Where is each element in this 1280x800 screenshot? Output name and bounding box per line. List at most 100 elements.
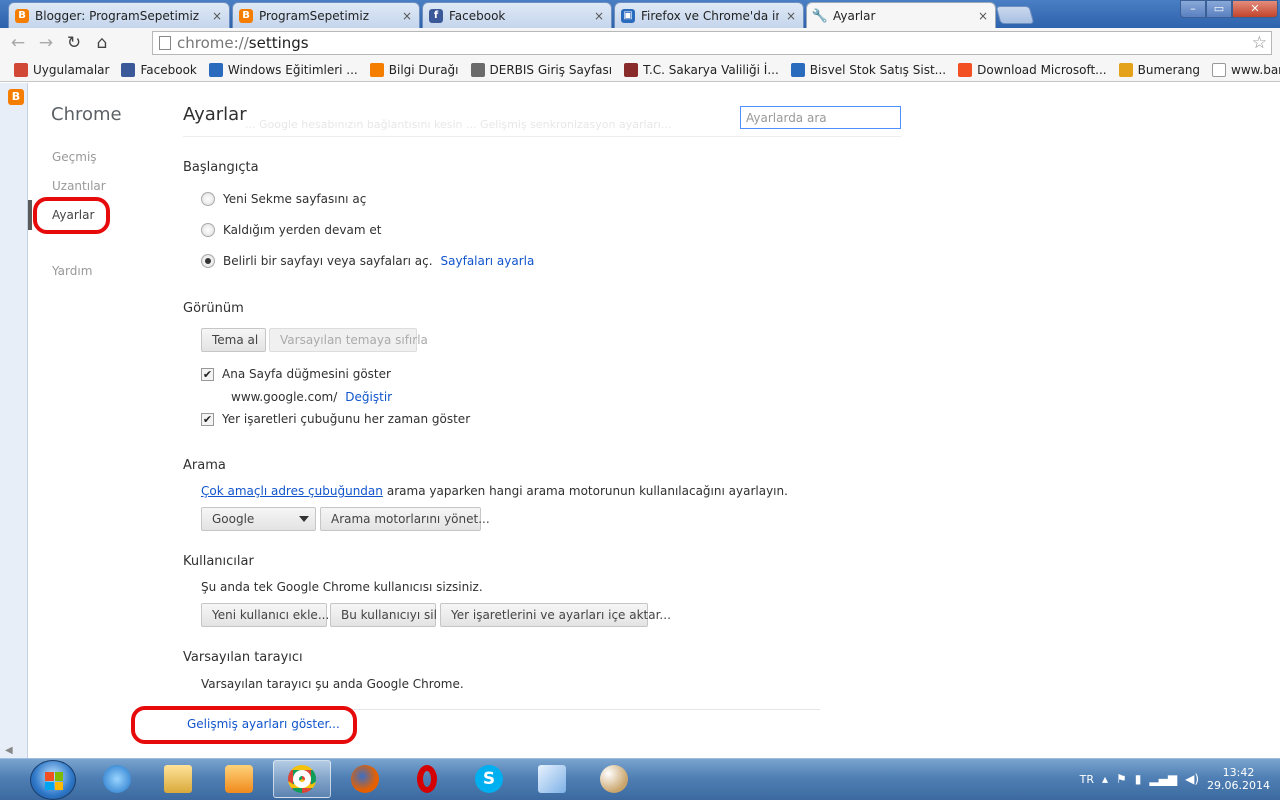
explorer-icon xyxy=(164,765,192,793)
firefox-icon: ▣ xyxy=(621,8,635,23)
taskbar-explorer[interactable] xyxy=(149,760,207,798)
tab-title: Ayarlar xyxy=(833,9,876,23)
bookmark-favicon-icon xyxy=(1118,62,1133,77)
clock[interactable]: 13:42 29.06.2014 xyxy=(1207,766,1270,792)
tab-programsepetimiz[interactable]: B ProgramSepetimiz × xyxy=(232,2,420,28)
omnibox[interactable]: chrome://settings ☆ xyxy=(152,31,1272,55)
reload-button[interactable]: ↻ xyxy=(64,33,84,53)
media-player-icon xyxy=(225,765,253,793)
url-text[interactable]: chrome://settings xyxy=(177,34,309,52)
scroll-left-arrow-icon[interactable]: ◀ xyxy=(5,745,13,756)
bookmark-item[interactable]: Facebook xyxy=(115,62,202,77)
reset-theme-button[interactable]: Varsayılan temaya sıfırla xyxy=(269,328,428,352)
taskbar-notepad[interactable] xyxy=(523,760,581,798)
minimize-button[interactable]: – xyxy=(1180,0,1206,18)
bookmark-item[interactable]: Bisvel Stok Satış Sist... xyxy=(785,62,952,77)
bookmark-favicon-icon xyxy=(624,62,639,77)
new-tab-button[interactable] xyxy=(995,6,1035,24)
startup-option-continue[interactable]: Kaldığım yerden devam et xyxy=(201,223,381,237)
windows-logo-icon xyxy=(45,772,63,790)
bookmark-favicon-icon xyxy=(790,62,805,77)
bookmark-item[interactable]: DERBIS Giriş Sayfası xyxy=(465,62,619,77)
taskbar-skype[interactable]: S xyxy=(460,760,518,798)
close-window-button[interactable]: ✕ xyxy=(1232,0,1278,18)
action-center-flag-icon[interactable]: ⚑ xyxy=(1116,772,1127,786)
taskbar-firefox[interactable] xyxy=(336,760,394,798)
bookmark-item[interactable]: Bilgi Durağı xyxy=(364,62,465,77)
bookmark-label: Download Microsoft... xyxy=(977,62,1107,77)
bookmark-label: T.C. Sakarya Valiliği İ... xyxy=(643,62,779,77)
taskbar-chrome[interactable] xyxy=(273,760,331,798)
close-icon[interactable]: × xyxy=(401,9,413,23)
manage-search-engines-button[interactable]: Arama motorlarını yönet... xyxy=(320,507,490,531)
clock-date: 29.06.2014 xyxy=(1207,779,1270,792)
delete-user-button[interactable]: Bu kullanıcıyı sil xyxy=(330,603,437,627)
network-icon[interactable]: ▂▄▆ xyxy=(1149,772,1177,786)
bookmark-favicon-icon xyxy=(208,62,223,77)
bookmark-item[interactable]: Bumerang xyxy=(1113,62,1206,77)
bookmark-label: Facebook xyxy=(140,62,197,77)
back-button[interactable]: ← xyxy=(8,33,28,53)
checkbox-checked[interactable]: ✔ xyxy=(201,412,214,426)
tab-strip: B Blogger: ProgramSepetimiz × B ProgramS… xyxy=(0,0,1280,29)
startup-option-newtab[interactable]: Yeni Sekme sayfasını aç xyxy=(201,192,366,206)
home-page-url-row: www.google.com/ Değiştir xyxy=(231,390,392,404)
nav-history[interactable]: Geçmiş xyxy=(52,150,97,164)
tab-ayarlar[interactable]: 🔧 Ayarlar × xyxy=(806,2,996,29)
close-icon[interactable]: × xyxy=(593,9,605,23)
add-user-button[interactable]: Yeni kullanıcı ekle... xyxy=(201,603,329,627)
forward-button[interactable]: → xyxy=(36,33,56,53)
close-icon[interactable]: × xyxy=(211,9,223,23)
taskbar-ie[interactable] xyxy=(88,760,146,798)
show-bookmarks-bar-option[interactable]: ✔ Yer işaretleri çubuğunu her zaman göst… xyxy=(201,412,470,426)
nav-extensions[interactable]: Uzantılar xyxy=(52,179,106,193)
bookmark-favicon-icon xyxy=(14,62,28,77)
import-bookmarks-button[interactable]: Yer işaretlerini ve ayarları içe aktar..… xyxy=(440,603,671,627)
checkbox-checked[interactable]: ✔ xyxy=(201,367,214,381)
taskbar-paint[interactable] xyxy=(585,760,643,798)
tab-title: ProgramSepetimiz xyxy=(259,8,369,23)
start-button[interactable] xyxy=(30,760,76,800)
bookmark-item[interactable]: www.barkodokuyuc... xyxy=(1206,62,1280,77)
bookmark-item[interactable]: Download Microsoft... xyxy=(952,62,1113,77)
wrench-icon: 🔧 xyxy=(811,8,829,24)
tab-firefox-chrome[interactable]: ▣ Firefox ve Chrome'da indirme × xyxy=(614,2,804,28)
power-icon[interactable]: ▮ xyxy=(1135,772,1142,786)
show-home-button-option[interactable]: ✔ Ana Sayfa düğmesini göster xyxy=(201,367,391,381)
taskbar-opera[interactable] xyxy=(398,760,456,798)
maximize-button[interactable]: ▭ xyxy=(1206,0,1232,18)
omnibox-link[interactable]: Çok amaçlı adres çubuğundan xyxy=(201,484,383,498)
page-icon xyxy=(159,36,171,50)
search-engine-select[interactable]: Google xyxy=(201,507,316,531)
change-home-link[interactable]: Değiştir xyxy=(345,390,392,404)
home-page-url: www.google.com/ xyxy=(231,390,338,404)
home-button[interactable]: ⌂ xyxy=(92,33,112,53)
page-title: Ayarlar xyxy=(183,104,247,125)
tab-blogger-programsepetimiz[interactable]: B Blogger: ProgramSepetimiz × xyxy=(8,2,230,28)
nav-help[interactable]: Yardım xyxy=(52,264,92,278)
startup-heading: Başlangıçta xyxy=(183,160,259,175)
bookmark-item[interactable]: Uygulamalar xyxy=(8,62,115,77)
bookmark-star-icon[interactable]: ☆ xyxy=(1252,33,1267,53)
clock-time: 13:42 xyxy=(1222,766,1255,779)
radio-button[interactable] xyxy=(201,223,215,237)
close-icon[interactable]: × xyxy=(977,9,989,23)
bookmark-item[interactable]: Windows Eğitimleri ... xyxy=(203,62,364,77)
close-icon[interactable]: × xyxy=(785,9,797,23)
language-indicator[interactable]: TR xyxy=(1080,773,1094,786)
radio-button[interactable] xyxy=(201,192,215,206)
tab-facebook[interactable]: f Facebook × xyxy=(422,2,612,28)
bookmark-item[interactable]: T.C. Sakarya Valiliği İ... xyxy=(618,62,785,77)
default-browser-description: Varsayılan tarayıcı şu anda Google Chrom… xyxy=(201,677,464,691)
taskbar-media-player[interactable] xyxy=(210,760,268,798)
startup-option-pages[interactable]: Belirli bir sayfayı veya sayfaları aç. S… xyxy=(201,254,534,268)
chevron-up-icon[interactable]: ▴ xyxy=(1102,772,1108,786)
settings-search-input[interactable] xyxy=(740,106,901,129)
opera-icon xyxy=(417,765,437,793)
tab-title: Firefox ve Chrome'da indirme xyxy=(641,8,779,23)
set-pages-link[interactable]: Sayfaları ayarla xyxy=(441,254,535,268)
volume-icon[interactable]: ◀) xyxy=(1185,772,1199,786)
get-theme-button[interactable]: Tema al xyxy=(201,328,266,352)
radio-button-selected[interactable] xyxy=(201,254,215,268)
ie-icon xyxy=(103,765,131,793)
